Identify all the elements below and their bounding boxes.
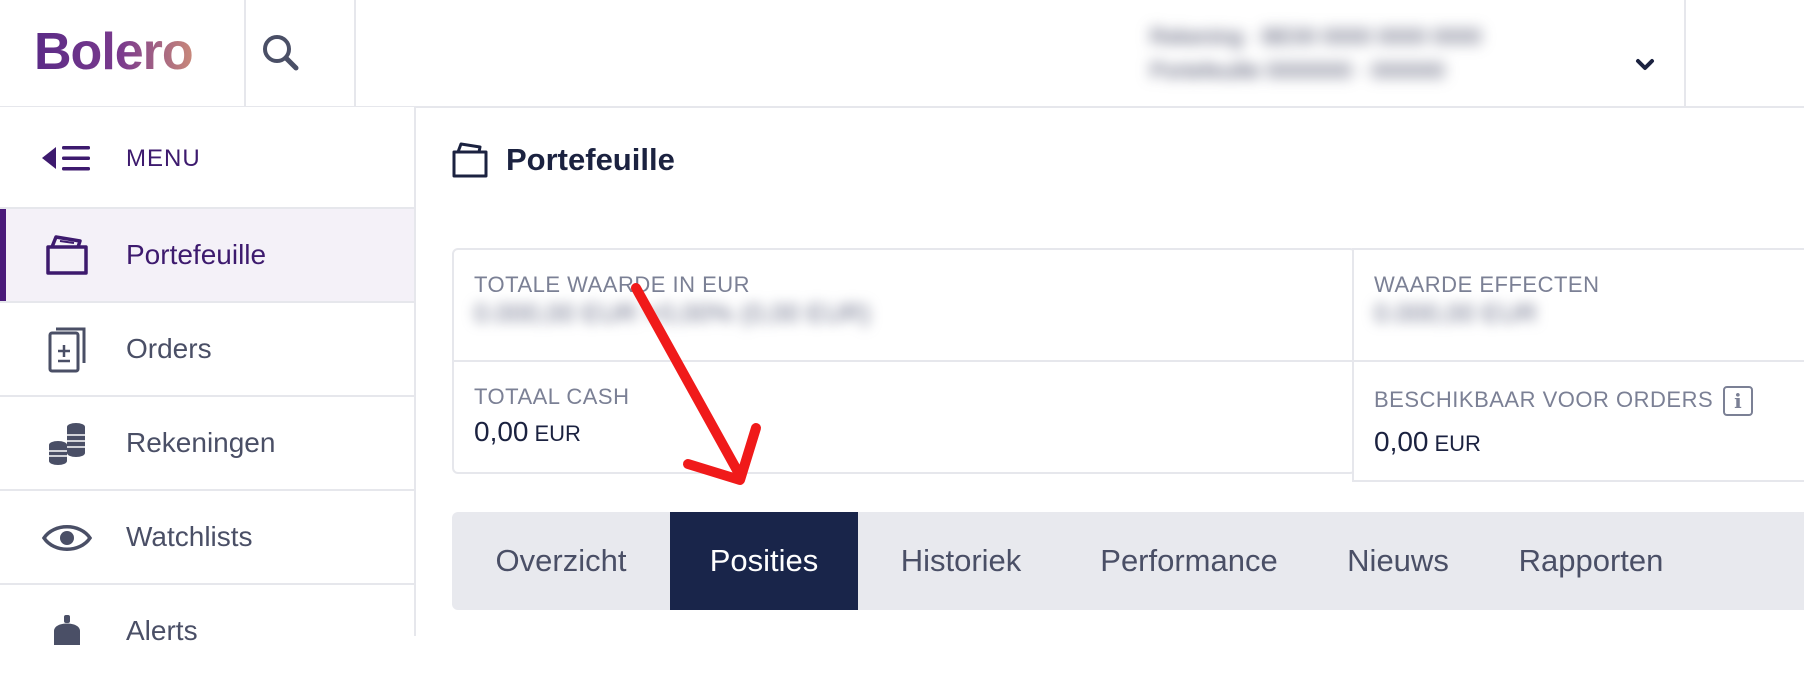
sidebar-item-label: Portefeuille — [126, 239, 267, 270]
available-for-orders-label: BESCHIKBAAR VOOR ORDERS — [1374, 386, 1714, 412]
account-selector[interactable]: Rekening · BE00 0000 0000 0000 Portefeui… — [1150, 20, 1610, 90]
sidebar-item-rekeningen[interactable]: Rekeningen — [0, 395, 414, 491]
available-value: 0,00 — [1374, 426, 1429, 457]
sidebar-item-label: Orders — [126, 333, 212, 364]
info-icon[interactable]: i — [1723, 386, 1754, 416]
search-button[interactable] — [246, 18, 318, 88]
available-for-orders-row: BESCHIKBAAR VOOR ORDERS i — [1374, 386, 1754, 416]
tab-historiek[interactable]: Historiek — [858, 512, 1064, 610]
orders-icon — [48, 327, 86, 373]
total-cash-label: TOTAAL CASH — [474, 384, 630, 409]
page-title: Portefeuille — [506, 142, 675, 177]
account-dropdown-toggle[interactable] — [1630, 50, 1660, 80]
total-cash-unit: EUR — [534, 421, 581, 446]
tab-posities[interactable]: Posities — [670, 512, 858, 610]
divider — [454, 360, 1354, 362]
account-line-2: Portefeuille 0000000 · 000000 — [1150, 58, 1445, 83]
total-value-label: TOTALE WAARDE IN EUR — [474, 272, 751, 297]
securities-value-amount: 0.000,00 EUR — [1374, 298, 1574, 338]
wallet-icon — [452, 142, 488, 178]
tab-performance[interactable]: Performance — [1064, 512, 1314, 610]
sidebar-item-label: Rekeningen — [126, 427, 276, 458]
divider — [354, 0, 356, 106]
total-value-blurred: 0.000,00 EUR +0,00% (0,00 EUR) — [474, 298, 871, 328]
summary-card-left: TOTALE WAARDE IN EUR 0.000,00 EUR +0,00%… — [452, 248, 1356, 474]
eye-icon — [41, 525, 93, 551]
tab-overzicht[interactable]: Overzicht — [452, 512, 670, 610]
bell-icon — [54, 615, 80, 645]
sidebar-item-orders[interactable]: Orders — [0, 301, 414, 397]
available-amount: 0,00 EUR — [1374, 426, 1481, 458]
portfolio-tabs: Overzicht Posities Historiek Performance… — [452, 512, 1804, 610]
sidebar: MENU Portefeuille Orders Rekeningen Watc… — [0, 107, 416, 679]
search-icon — [263, 35, 299, 71]
wallet-icon — [46, 235, 88, 275]
sidebar-item-watchlists[interactable]: Watchlists — [0, 489, 414, 585]
menu-label: MENU — [126, 145, 201, 172]
menu-toggle[interactable]: MENU — [0, 107, 414, 207]
total-cash-value: 0,00 — [474, 416, 529, 447]
divider — [1684, 0, 1686, 106]
menu-collapse-icon — [42, 146, 90, 171]
tab-rapporten[interactable]: Rapporten — [1482, 512, 1700, 610]
account-line-1: Rekening · BE00 0000 0000 0000 — [1150, 24, 1482, 49]
sidebar-item-label: Watchlists — [126, 521, 253, 552]
total-value-amount: 0.000,00 EUR +0,00% (0,00 EUR) — [474, 298, 874, 338]
summary-card-right: WAARDE EFFECTEN 0.000,00 EUR BESCHIKBAAR… — [1352, 248, 1804, 482]
available-unit: EUR — [1434, 431, 1481, 456]
securities-value-blurred: 0.000,00 EUR — [1374, 298, 1538, 328]
top-bar: Bolero Rekening · BE00 0000 0000 0000 Po… — [0, 0, 1804, 108]
chevron-down-icon — [1636, 59, 1654, 70]
coins-icon — [49, 423, 85, 465]
divider — [1354, 360, 1804, 362]
sidebar-item-portefeuille[interactable]: Portefeuille — [0, 207, 414, 303]
sidebar-item-alerts[interactable]: Alerts — [0, 583, 414, 679]
total-cash-amount: 0,00 EUR — [474, 416, 581, 448]
tab-nieuws[interactable]: Nieuws — [1314, 512, 1482, 610]
securities-value-label: WAARDE EFFECTEN — [1374, 272, 1600, 297]
sidebar-item-label: Alerts — [126, 615, 198, 646]
bolero-logo[interactable]: Bolero — [34, 22, 194, 82]
